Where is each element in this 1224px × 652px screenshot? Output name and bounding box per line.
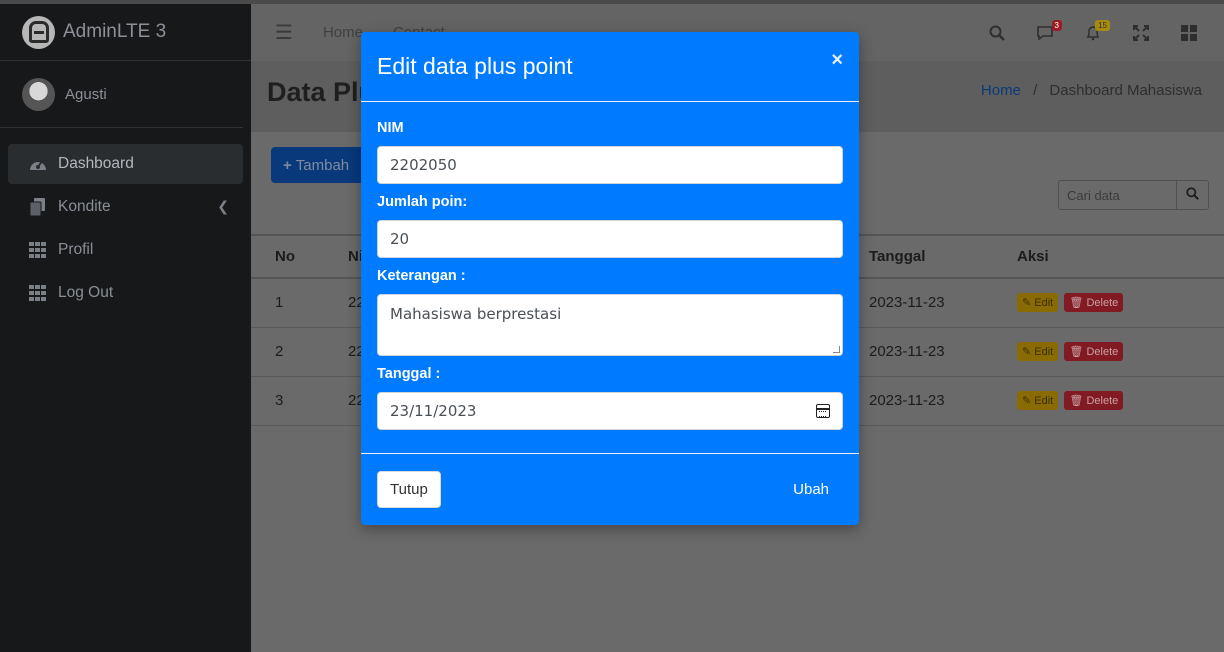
modal-header: Edit data plus point × — [361, 32, 859, 102]
edit-label: Edit — [1034, 395, 1054, 407]
control-sidebar-icon[interactable] — [1178, 23, 1200, 43]
trash-icon: 🗑 — [1069, 395, 1087, 407]
cell-aksi: ✎ Edit 🗑 Delete — [993, 278, 1224, 328]
modal-footer: Tutup Ubah — [361, 454, 859, 524]
tanggal-date-field[interactable]: 23/11/2023 — [377, 392, 843, 430]
sidebar-item-kondite[interactable]: Kondite ❮ — [8, 187, 243, 227]
sidebar-item-label: Profil — [58, 241, 94, 258]
edit-label: Edit — [1034, 346, 1054, 358]
add-button-label: Tambah — [295, 156, 350, 174]
poin-label: Jumlah poin: — [377, 194, 468, 210]
hamburger-menu-icon[interactable]: ☰ — [275, 20, 293, 45]
delete-label: Delete — [1086, 297, 1119, 310]
edit-modal: Edit data plus point × NIM 2202050 Jumla… — [361, 32, 859, 525]
column-header-tanggal: Tanggal — [845, 234, 993, 279]
avatar — [22, 77, 55, 111]
sidebar-nav: Dashboard Kondite ❮ Profil Log Out — [0, 128, 251, 313]
notifications-badge: 15 — [1095, 19, 1110, 31]
edit-button[interactable]: ✎ Edit — [1017, 391, 1059, 410]
edit-button[interactable]: ✎ Edit — [1017, 342, 1059, 361]
search-group — [1058, 180, 1209, 210]
cell-aksi: ✎ Edit 🗑 Delete — [993, 376, 1224, 426]
sidebar: AdminLTE 3 Agusti Dashboard Kondite ❮ Pr… — [0, 4, 251, 652]
page-title: Data Plu — [267, 77, 376, 107]
close-icon[interactable]: × — [831, 49, 843, 72]
search-icon — [1186, 187, 1199, 200]
breadcrumb-separator: / — [1033, 82, 1038, 99]
brand-name: AdminLTE 3 — [63, 21, 167, 42]
tutup-button[interactable]: Tutup — [377, 470, 441, 508]
edit-icon: ✎ — [1022, 297, 1035, 310]
cell-no: 2 — [251, 327, 324, 377]
delete-label: Delete — [1086, 395, 1119, 407]
edit-label: Edit — [1034, 297, 1054, 310]
delete-button[interactable]: 🗑 Delete — [1064, 293, 1124, 313]
ubah-button[interactable]: Ubah — [793, 481, 829, 498]
sidebar-item-logout[interactable]: Log Out — [8, 273, 243, 313]
modal-body: NIM 2202050 Jumlah poin: 20 Keterangan :… — [361, 102, 859, 454]
cell-no: 1 — [251, 278, 324, 328]
cell-aksi: ✎ Edit 🗑 Delete — [993, 327, 1224, 377]
messages-badge: 3 — [1051, 19, 1062, 31]
column-header-aksi: Aksi — [993, 234, 1224, 279]
plus-icon: + — [283, 156, 292, 174]
sidebar-item-label: Log Out — [58, 284, 114, 301]
delete-button[interactable]: 🗑 Delete — [1064, 342, 1124, 361]
search-input[interactable] — [1058, 180, 1177, 210]
column-header-no: No — [251, 234, 324, 279]
messages-icon[interactable]: 3 — [1034, 19, 1062, 43]
tanggal-label: Tanggal : — [377, 366, 441, 382]
nim-field[interactable]: 2202050 — [377, 146, 843, 184]
delete-button[interactable]: 🗑 Delete — [1064, 391, 1124, 410]
resize-handle-icon[interactable] — [833, 346, 840, 353]
keterangan-value: Mahasiswa berprestasi — [390, 305, 562, 323]
breadcrumb-home-link[interactable]: Home — [981, 82, 1021, 99]
chevron-left-icon: ❮ — [217, 198, 229, 214]
cell-no: 3 — [251, 376, 324, 426]
copy-icon — [28, 198, 48, 216]
edit-button[interactable]: ✎ Edit — [1017, 293, 1059, 313]
delete-label: Delete — [1086, 346, 1119, 358]
trash-icon: 🗑 — [1069, 346, 1087, 358]
cell-tanggal: 2023-11-23 — [845, 376, 993, 426]
nav-link-home[interactable]: Home — [323, 24, 363, 41]
trash-icon: 🗑 — [1069, 297, 1087, 310]
cell-tanggal: 2023-11-23 — [845, 327, 993, 377]
brand-logo-icon — [22, 15, 55, 49]
gauge-icon — [28, 155, 48, 173]
user-name: Agusti — [65, 85, 107, 103]
breadcrumb-current: Dashboard Mahasiswa — [1049, 82, 1202, 99]
poin-field[interactable]: 20 — [377, 220, 843, 258]
notifications-bell-icon[interactable]: 15 — [1082, 19, 1110, 43]
grid-icon — [28, 284, 48, 302]
modal-title: Edit data plus point — [377, 53, 573, 79]
keterangan-textarea[interactable]: Mahasiswa berprestasi — [377, 294, 843, 356]
brand[interactable]: AdminLTE 3 — [0, 4, 251, 61]
edit-icon: ✎ — [1022, 395, 1035, 407]
search-icon[interactable] — [986, 23, 1008, 43]
breadcrumb: Home / Dashboard Mahasiswa — [981, 82, 1202, 99]
keterangan-label: Keterangan : — [377, 268, 466, 284]
cell-tanggal: 2023-11-23 — [845, 278, 993, 328]
user-panel[interactable]: Agusti — [0, 61, 243, 128]
sidebar-item-profil[interactable]: Profil — [8, 230, 243, 270]
sidebar-item-label: Kondite — [58, 198, 111, 215]
tanggal-value: 23/11/2023 — [390, 402, 477, 420]
grid-icon — [28, 241, 48, 259]
sidebar-item-label: Dashboard — [58, 155, 134, 172]
nim-label: NIM — [377, 120, 404, 136]
fullscreen-icon[interactable] — [1130, 23, 1152, 43]
search-button[interactable] — [1177, 180, 1209, 210]
sidebar-item-dashboard[interactable]: Dashboard — [8, 144, 243, 184]
edit-icon: ✎ — [1022, 346, 1035, 358]
calendar-icon[interactable] — [816, 404, 830, 418]
